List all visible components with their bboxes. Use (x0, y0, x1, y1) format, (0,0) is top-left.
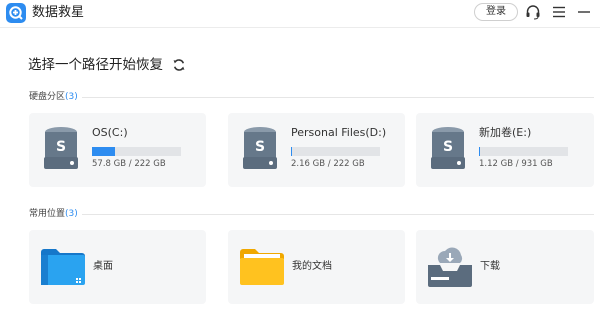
drive-size: 1.12 GB / 931 GB (479, 159, 553, 169)
location-name: 桌面 (93, 261, 113, 272)
drive-card-c[interactable]: S OS(C:) 57.8 GB / 222 GB (29, 113, 206, 187)
login-button[interactable]: 登录 (474, 3, 518, 21)
locations-group-label: 常用位置(3) (29, 208, 82, 220)
svg-text:S: S (56, 139, 66, 155)
drives-group-label: 硬盘分区(3) (29, 91, 82, 103)
location-name: 下载 (480, 261, 500, 272)
svg-text:S: S (443, 139, 453, 155)
minimize-icon[interactable] (575, 3, 593, 21)
location-card-documents[interactable]: 我的文档 (228, 230, 405, 304)
drive-usage-fill (92, 147, 115, 156)
drives-group-divider (29, 97, 594, 98)
hard-drive-icon: S (241, 126, 279, 174)
app-logo-icon (6, 3, 26, 23)
hard-drive-icon: S (429, 126, 467, 174)
documents-folder-icon (240, 247, 284, 291)
locations-group-divider (29, 214, 594, 215)
drive-card-d[interactable]: S Personal Files(D:) 2.16 GB / 222 GB (228, 113, 405, 187)
drive-size: 57.8 GB / 222 GB (92, 159, 166, 169)
drive-card-e[interactable]: S 新加卷(E:) 1.12 GB / 931 GB (416, 113, 594, 187)
refresh-icon[interactable] (172, 57, 186, 71)
location-card-downloads[interactable]: 下载 (416, 230, 594, 304)
svg-text:S: S (255, 139, 265, 155)
drive-name: 新加卷(E:) (479, 126, 532, 139)
downloads-folder-icon (428, 247, 472, 291)
location-card-desktop[interactable]: 桌面 (29, 230, 206, 304)
drives-group-count: (3) (65, 92, 78, 102)
hard-drive-icon: S (42, 126, 80, 174)
desktop-folder-icon (41, 247, 85, 291)
drive-name: Personal Files(D:) (291, 126, 387, 139)
locations-group-count: (3) (65, 209, 78, 219)
drive-size: 2.16 GB / 222 GB (291, 159, 365, 169)
menu-icon[interactable] (550, 3, 568, 21)
drive-usage-bar (92, 147, 181, 156)
page-title: 选择一个路径开始恢复 (28, 57, 163, 73)
drive-usage-fill (479, 147, 480, 156)
title-bar: 数据救星 登录 (0, 0, 600, 28)
location-name: 我的文档 (292, 261, 332, 272)
drive-usage-bar (291, 147, 380, 156)
app-title: 数据救星 (32, 5, 85, 20)
drive-name: OS(C:) (92, 126, 128, 139)
drive-usage-fill (291, 147, 292, 156)
drive-usage-bar (479, 147, 568, 156)
headset-icon[interactable] (524, 3, 542, 21)
